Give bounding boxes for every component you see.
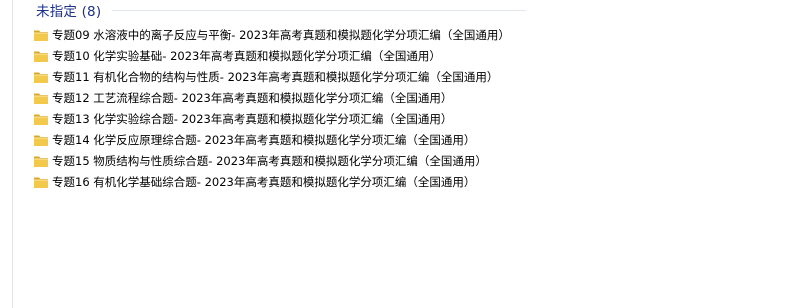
- folder-icon: [34, 51, 48, 62]
- group-divider: [112, 10, 526, 11]
- navigation-pane-edge: [0, 0, 13, 308]
- folder-icon: [34, 135, 48, 146]
- file-name: 专题16 有机化学基础综合题- 2023年高考真题和模拟题化学分项汇编（全国通用…: [52, 174, 476, 189]
- list-item[interactable]: 专题13 化学实验综合题- 2023年高考真题和模拟题化学分项汇编（全国通用）: [33, 108, 510, 129]
- file-name: 专题10 化学实验基础- 2023年高考真题和模拟题化学分项汇编（全国通用）: [52, 48, 441, 63]
- list-item[interactable]: 专题15 物质结构与性质综合题- 2023年高考真题和模拟题化学分项汇编（全国通…: [33, 150, 510, 171]
- folder-icon: [34, 177, 48, 188]
- file-name: 专题11 有机化合物的结构与性质- 2023年高考真题和模拟题化学分项汇编（全国…: [52, 69, 499, 84]
- group-title[interactable]: 未指定 (8): [36, 0, 101, 20]
- list-item[interactable]: 专题12 工艺流程综合题- 2023年高考真题和模拟题化学分项汇编（全国通用）: [33, 87, 510, 108]
- file-name: 专题14 化学反应原理综合题- 2023年高考真题和模拟题化学分项汇编（全国通用…: [52, 132, 476, 147]
- file-name: 专题12 工艺流程综合题- 2023年高考真题和模拟题化学分项汇编（全国通用）: [52, 90, 453, 105]
- folder-icon: [34, 72, 48, 83]
- list-item[interactable]: 专题16 有机化学基础综合题- 2023年高考真题和模拟题化学分项汇编（全国通用…: [33, 171, 510, 192]
- file-explorer-content: 未指定 (8) 专题09 水溶液中的离子反应与平衡- 2023年高考真题和模拟题…: [0, 0, 789, 308]
- folder-icon: [34, 30, 48, 41]
- group-header[interactable]: 未指定 (8): [36, 0, 101, 20]
- list-item[interactable]: 专题09 水溶液中的离子反应与平衡- 2023年高考真题和模拟题化学分项汇编（全…: [33, 24, 510, 45]
- file-list: 专题09 水溶液中的离子反应与平衡- 2023年高考真题和模拟题化学分项汇编（全…: [33, 24, 510, 192]
- file-name: 专题09 水溶液中的离子反应与平衡- 2023年高考真题和模拟题化学分项汇编（全…: [52, 27, 510, 42]
- file-name: 专题15 物质结构与性质综合题- 2023年高考真题和模拟题化学分项汇编（全国通…: [52, 153, 487, 168]
- folder-icon: [34, 114, 48, 125]
- folder-icon: [34, 156, 48, 167]
- list-item[interactable]: 专题11 有机化合物的结构与性质- 2023年高考真题和模拟题化学分项汇编（全国…: [33, 66, 510, 87]
- file-name: 专题13 化学实验综合题- 2023年高考真题和模拟题化学分项汇编（全国通用）: [52, 111, 453, 126]
- list-item[interactable]: 专题14 化学反应原理综合题- 2023年高考真题和模拟题化学分项汇编（全国通用…: [33, 129, 510, 150]
- folder-icon: [34, 93, 48, 104]
- list-item[interactable]: 专题10 化学实验基础- 2023年高考真题和模拟题化学分项汇编（全国通用）: [33, 45, 510, 66]
